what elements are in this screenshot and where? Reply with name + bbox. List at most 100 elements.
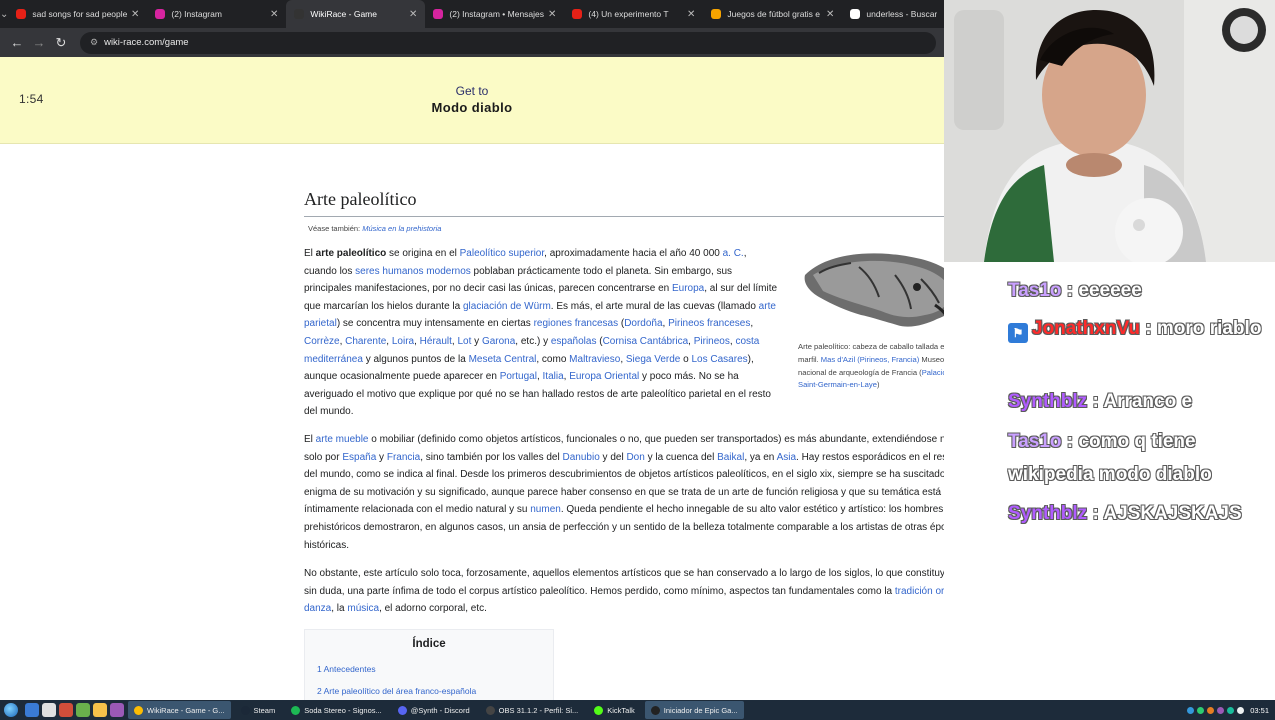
wiki-link[interactable]: Maltravieso xyxy=(569,354,620,365)
tab-search-icon[interactable]: ⌄ xyxy=(0,0,8,28)
taskbar-task[interactable]: OBS 31.1.2 - Perfil: Si... xyxy=(480,701,585,719)
tray-icon[interactable] xyxy=(1197,706,1205,714)
taskbar-task-list: WikiRace - Game - G... Steam Soda Stereo -… xyxy=(124,701,744,719)
quicklaunch-icon[interactable] xyxy=(59,703,73,717)
webcam-overlay xyxy=(944,0,1275,262)
wiki-link[interactable]: Francia xyxy=(387,452,420,463)
text-run: , etc.) y xyxy=(515,335,551,347)
goal-box: Get to Modo diablo xyxy=(0,84,944,115)
wiki-link[interactable]: Europa Oriental xyxy=(569,371,639,382)
wiki-link[interactable]: arte mueble xyxy=(316,434,369,445)
back-arrow-icon[interactable]: ← xyxy=(6,32,28,54)
tray-icon[interactable] xyxy=(1227,706,1235,714)
chat-username: Synthblz xyxy=(1008,503,1088,524)
address-bar[interactable]: ⚙ wiki-race.com/game xyxy=(80,31,936,54)
wiki-link[interactable]: regiones francesas xyxy=(534,318,619,329)
goal-prefix: Get to xyxy=(455,84,489,98)
wiki-link[interactable]: Cornisa Cantábrica xyxy=(603,336,689,347)
site-info-icon[interactable]: ⚙ xyxy=(90,37,98,48)
wiki-link[interactable]: españolas xyxy=(551,336,597,347)
tab-favicon-icon xyxy=(294,9,305,19)
taskbar-task[interactable]: KickTalk xyxy=(588,701,641,719)
app-icon xyxy=(594,705,604,715)
wiki-link[interactable]: Charente xyxy=(345,336,386,347)
wiki-link[interactable]: seres humanos modernos xyxy=(355,266,471,277)
browser-tab[interactable]: (4) Un experimento T ✕ xyxy=(564,0,703,28)
browser-tab[interactable]: (2) Instagram ✕ xyxy=(147,0,286,28)
tab-close-icon[interactable]: ✕ xyxy=(548,9,556,20)
browser-tab[interactable]: (2) Instagram • Mensajes ✕ xyxy=(425,0,564,28)
wiki-link[interactable]: Corrèze xyxy=(304,336,340,347)
browser-tab[interactable]: WikiRace - Game ✕ xyxy=(286,0,426,28)
wiki-link[interactable]: Meseta Central xyxy=(469,354,537,365)
tab-close-icon[interactable]: ✕ xyxy=(687,9,695,20)
toc-item[interactable]: 2 Arte paleolítico del área franco-españ… xyxy=(317,680,541,700)
tray-icon[interactable] xyxy=(1237,706,1245,714)
tab-close-icon[interactable]: ✕ xyxy=(826,9,834,20)
quicklaunch-icon[interactable] xyxy=(110,703,124,717)
wiki-link[interactable]: España xyxy=(342,452,376,463)
wiki-link[interactable]: Danubio xyxy=(563,452,600,463)
reload-icon[interactable]: ↻ xyxy=(50,32,72,54)
title-divider xyxy=(304,216,944,217)
wiki-link[interactable]: Don xyxy=(626,452,644,463)
see-also-link[interactable]: Música en la prehistoria xyxy=(362,224,441,233)
start-button[interactable] xyxy=(0,700,22,720)
wiki-link[interactable]: Pirineos xyxy=(694,336,730,347)
wiki-link[interactable]: Portugal xyxy=(500,371,537,382)
chat-message: ⚑ JonathxnVu : moro riablo xyxy=(1008,312,1273,345)
taskbar-task[interactable]: @Synth - Discord xyxy=(392,701,476,719)
wiki-link[interactable]: numen xyxy=(530,504,561,515)
quicklaunch-icon[interactable] xyxy=(42,703,56,717)
wiki-link[interactable]: glaciación de Würm xyxy=(463,301,551,312)
wiki-link[interactable]: Mas d'Azil (Pirineos, Francia) xyxy=(821,355,920,364)
text-run: , ya en xyxy=(744,451,777,463)
horse-head-carving-image[interactable] xyxy=(799,245,944,337)
wiki-link[interactable]: Siega Verde xyxy=(626,354,681,365)
wiki-link[interactable]: Pirineos franceses xyxy=(668,318,750,329)
quicklaunch-icon[interactable] xyxy=(93,703,107,717)
wiki-link[interactable]: Baikal xyxy=(717,452,744,463)
wiki-link[interactable]: Hérault xyxy=(420,336,452,347)
browser-tab[interactable]: Juegos de fútbol gratis e ✕ xyxy=(703,0,842,28)
chat-message: Synthblz : AJSKAJSKAJS xyxy=(1008,497,1273,530)
wiki-link[interactable]: Dordoña xyxy=(624,318,662,329)
wiki-link[interactable]: danza xyxy=(304,603,331,614)
windows-taskbar: WikiRace - Game - G... Steam Soda Stereo -… xyxy=(0,700,1275,720)
wiki-link[interactable]: Italia xyxy=(543,371,564,382)
quicklaunch-icon[interactable] xyxy=(25,703,39,717)
text-run: El xyxy=(304,434,316,445)
see-also-label: Véase también: xyxy=(308,224,361,233)
taskbar-task[interactable]: WikiRace - Game - G... xyxy=(128,701,231,719)
wiki-link[interactable]: Europa xyxy=(672,283,704,294)
wiki-link[interactable]: Garona xyxy=(482,336,515,347)
stream-chat-overlay: Tas1o : eeeeee ⚑ JonathxnVu : moro riablo S… xyxy=(944,262,1275,700)
thumbnail-caption: Arte paleolítico: cabeza de caballo tall… xyxy=(798,341,944,392)
tab-close-icon[interactable]: ✕ xyxy=(409,9,417,20)
quicklaunch-icon[interactable] xyxy=(76,703,90,717)
wiki-link[interactable]: Los Casares xyxy=(692,354,748,365)
wiki-link[interactable]: tradición oral xyxy=(895,586,944,597)
tray-icon[interactable] xyxy=(1187,706,1195,714)
taskbar-task[interactable]: Steam xyxy=(235,701,282,719)
taskbar-task[interactable]: Soda Stereo - Signos... xyxy=(285,701,388,719)
wiki-link[interactable]: Paleolítico superior xyxy=(460,248,545,259)
text-run: ) xyxy=(876,380,880,390)
tab-close-icon[interactable]: ✕ xyxy=(131,9,139,20)
browser-tab[interactable]: sad songs for sad people ✕ xyxy=(8,0,147,28)
wiki-link[interactable]: música xyxy=(347,603,379,614)
wiki-link[interactable]: Lot xyxy=(457,336,471,347)
tab-close-icon[interactable]: ✕ xyxy=(270,9,278,20)
tray-icon[interactable] xyxy=(1217,706,1225,714)
taskbar-task[interactable]: Iniciador de Epic Ga... xyxy=(644,701,744,719)
task-label: @Synth - Discord xyxy=(410,705,470,715)
streamer-webcam-image xyxy=(944,0,1275,262)
wiki-link[interactable]: Asia xyxy=(777,452,796,463)
toc-item[interactable]: 1 Antecedentes xyxy=(317,658,541,680)
text-run: No obstante, este artículo solo toca, fo… xyxy=(304,568,944,597)
forward-arrow-icon[interactable]: → xyxy=(28,32,50,54)
tray-icon[interactable] xyxy=(1207,706,1215,714)
tab-favicon-icon xyxy=(16,9,27,19)
wiki-link[interactable]: a. C. xyxy=(723,248,744,259)
wiki-link[interactable]: Loira xyxy=(392,336,414,347)
